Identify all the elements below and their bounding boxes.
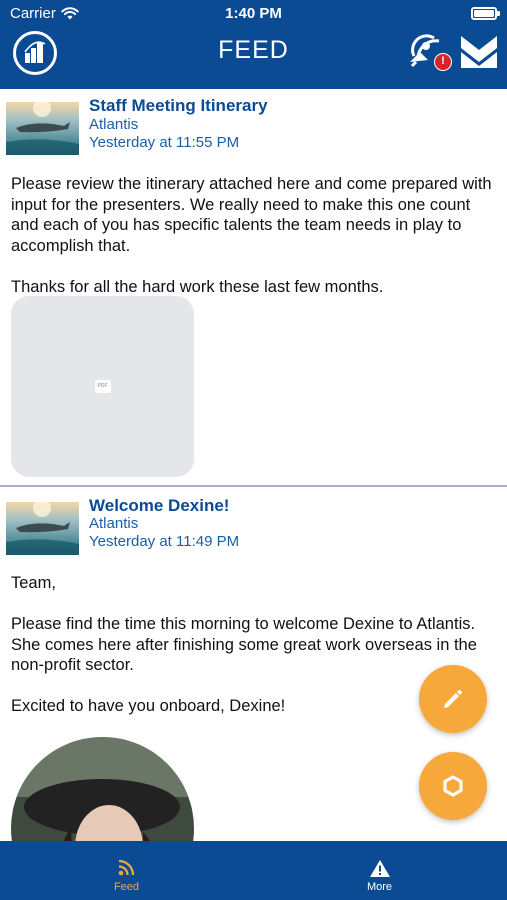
feed-list[interactable]: Staff Meeting Itinerary Atlantis Yesterd… xyxy=(0,89,507,841)
battery-icon xyxy=(471,7,500,20)
tab-more[interactable]: More xyxy=(253,841,506,900)
status-time: 1:40 PM xyxy=(225,5,282,22)
post-paragraph: Thanks for all the hard work these last … xyxy=(11,277,384,296)
post-paragraph: Please find the time this morning to wel… xyxy=(11,615,477,674)
post-photo[interactable] xyxy=(11,737,194,841)
post-thumbnail xyxy=(6,102,79,155)
tab-bar: Feed More xyxy=(0,841,507,900)
post-paragraph: Please review the itinerary attached her… xyxy=(11,175,492,255)
pdf-icon: PDF xyxy=(94,380,111,393)
rss-icon xyxy=(118,859,135,876)
post-group[interactable]: Atlantis xyxy=(89,515,138,533)
status-bar: Carrier 1:40 PM xyxy=(0,0,507,28)
settings-action-button[interactable] xyxy=(419,752,487,820)
warning-icon xyxy=(369,860,390,877)
tab-label: More xyxy=(366,881,393,893)
post-paragraph: Team, xyxy=(11,574,56,592)
post-body: Please review the itinerary attached her… xyxy=(11,174,501,297)
tab-feed[interactable]: Feed xyxy=(0,841,253,900)
inbox-button[interactable] xyxy=(459,32,499,72)
post-title[interactable]: Welcome Dexine! xyxy=(89,496,229,516)
post-timestamp: Yesterday at 11:49 PM xyxy=(89,533,240,550)
post-thumbnail xyxy=(6,502,79,555)
top-bar: Carrier 1:40 PM FEED ! xyxy=(0,0,507,89)
hexagon-icon xyxy=(443,775,463,797)
pdf-attachment[interactable]: PDF xyxy=(11,296,194,477)
compose-post-button[interactable] xyxy=(419,665,487,733)
post-timestamp: Yesterday at 11:55 PM xyxy=(89,134,240,151)
envelope-icon xyxy=(461,36,497,68)
tab-label: Feed xyxy=(113,881,140,893)
post-title[interactable]: Staff Meeting Itinerary xyxy=(89,96,268,116)
post-group[interactable]: Atlantis xyxy=(89,116,138,134)
notification-badge: ! xyxy=(434,53,452,71)
feed-post[interactable]: Staff Meeting Itinerary Atlantis Yesterd… xyxy=(0,89,507,487)
pencil-icon xyxy=(444,690,462,708)
